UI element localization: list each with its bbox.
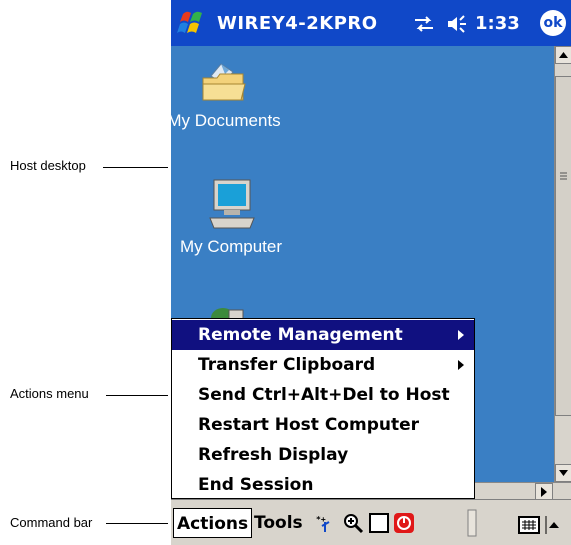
- menu-item-send-ctrl-alt-del[interactable]: Send Ctrl+Alt+Del to Host: [172, 380, 474, 410]
- arrow-right-icon: [541, 487, 547, 497]
- vertical-scrollbar[interactable]: [554, 46, 571, 482]
- desktop-icon-my-documents[interactable]: My Documents: [171, 56, 289, 131]
- keyboard-shortcut-icon[interactable]: *+: [315, 512, 337, 534]
- disconnect-icon[interactable]: [393, 512, 415, 534]
- menu-item-label: Transfer Clipboard: [198, 355, 376, 375]
- volume-icon[interactable]: [445, 12, 469, 36]
- zoom-icon[interactable]: [342, 512, 364, 534]
- fullscreen-icon[interactable]: [368, 512, 390, 534]
- callout-host-desktop: Host desktop: [10, 158, 86, 173]
- horizontal-scrollbar[interactable]: [471, 482, 571, 501]
- scroll-down-button[interactable]: [555, 464, 571, 482]
- desktop-icon-label: My Computer: [179, 237, 283, 256]
- menu-item-restart-host[interactable]: Restart Host Computer: [172, 410, 474, 440]
- menu-item-transfer-clipboard[interactable]: Transfer Clipboard: [172, 350, 474, 380]
- menu-item-label: Send Ctrl+Alt+Del to Host: [198, 385, 450, 405]
- arrow-down-icon: [559, 470, 568, 476]
- actions-menu-button[interactable]: Actions: [173, 508, 253, 538]
- menu-item-end-session[interactable]: End Session: [172, 470, 474, 500]
- submenu-arrow-icon: [458, 360, 464, 370]
- vertical-scroll-thumb[interactable]: [555, 76, 571, 416]
- scroll-icon[interactable]: [461, 508, 483, 538]
- computer-icon: [209, 179, 255, 229]
- desktop-icon-my-computer[interactable]: My Computer: [171, 176, 291, 257]
- callout-command-bar-line: [106, 523, 168, 524]
- scroll-up-button[interactable]: [555, 46, 571, 64]
- clock[interactable]: 1:33: [475, 13, 520, 34]
- menu-item-label: Refresh Display: [198, 445, 349, 465]
- device-screen: WIREY4-2KPRO 1:33 ok My Documents My Com…: [171, 0, 571, 545]
- menu-item-refresh-display[interactable]: Refresh Display: [172, 440, 474, 470]
- sip-arrow-icon[interactable]: [545, 514, 561, 536]
- callout-actions-menu: Actions menu: [10, 386, 89, 401]
- menu-item-remote-management[interactable]: Remote Management: [172, 320, 474, 350]
- menu-item-label: Remote Management: [198, 325, 403, 345]
- tools-menu-button[interactable]: Tools: [251, 508, 306, 538]
- window-title: WIREY4-2KPRO: [217, 13, 378, 34]
- arrow-up-icon: [559, 52, 568, 58]
- submenu-arrow-icon: [458, 330, 464, 340]
- callout-host-desktop-line: [103, 167, 168, 168]
- actions-menu: Remote Management Transfer Clipboard Sen…: [171, 318, 475, 499]
- callout-actions-menu-line: [106, 395, 168, 396]
- command-bar: Actions Tools *+: [171, 499, 571, 545]
- folder-icon: [202, 63, 246, 101]
- connectivity-icon[interactable]: [411, 14, 437, 34]
- callout-command-bar: Command bar: [10, 515, 93, 530]
- menu-item-label: End Session: [198, 475, 314, 495]
- title-bar: WIREY4-2KPRO 1:33 ok: [171, 0, 571, 46]
- desktop-icon-label: My Documents: [171, 111, 281, 130]
- windows-start-icon[interactable]: [175, 6, 209, 40]
- grip-icon: [560, 172, 567, 180]
- keyboard-icon[interactable]: [518, 514, 540, 536]
- menu-item-label: Restart Host Computer: [198, 415, 420, 435]
- ok-button[interactable]: ok: [540, 10, 566, 36]
